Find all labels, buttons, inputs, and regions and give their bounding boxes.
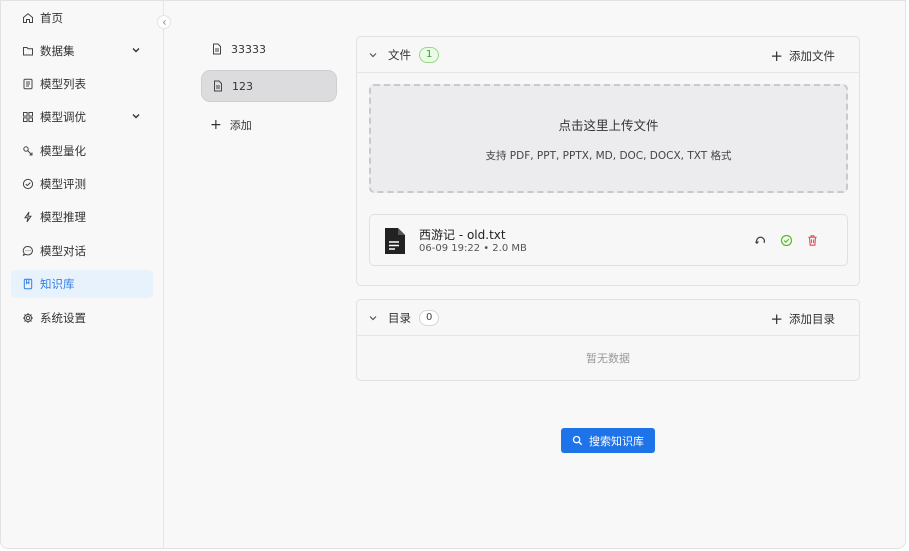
sidebar-item-knowledge-base[interactable]: 知识库 bbox=[11, 270, 153, 298]
catalog-panel: 目录 0 + 添加目录 暂无数据 bbox=[356, 299, 860, 381]
refresh-icon[interactable] bbox=[753, 233, 767, 247]
add-kb-button[interactable]: + 添加 bbox=[210, 117, 252, 133]
chevron-down-icon[interactable] bbox=[131, 111, 141, 121]
add-file-button[interactable]: + 添加文件 bbox=[770, 48, 835, 64]
sidebar-collapse-button[interactable] bbox=[157, 15, 171, 29]
sidebar-item-label: 系统设置 bbox=[40, 311, 86, 325]
upload-title: 点击这里上传文件 bbox=[558, 117, 659, 133]
catalog-count-badge: 0 bbox=[419, 309, 440, 326]
catalog-panel-header[interactable]: 目录 0 + 添加目录 bbox=[357, 300, 859, 336]
sidebar-item-datasets[interactable]: 数据集 bbox=[11, 37, 153, 65]
plus-icon: + bbox=[210, 117, 222, 133]
files-panel-header[interactable]: 文件 1 + 添加文件 bbox=[357, 37, 859, 73]
sidebar-item-models[interactable]: 模型列表 bbox=[11, 70, 153, 98]
sidebar-item-label: 模型列表 bbox=[40, 77, 86, 91]
add-file-label: 添加文件 bbox=[789, 49, 835, 63]
sidebar-item-tuning[interactable]: 模型调优 bbox=[11, 103, 153, 131]
add-catalog-button[interactable]: + 添加目录 bbox=[770, 311, 835, 327]
file-card: 西游记 - old.txt 06-09 19:22 • 2.0 MB bbox=[369, 214, 848, 266]
sidebar-item-label: 模型推理 bbox=[40, 210, 86, 224]
kb-item-label: 123 bbox=[232, 79, 253, 93]
grid-icon bbox=[21, 111, 34, 124]
document-list-icon bbox=[21, 78, 34, 91]
book-icon bbox=[21, 278, 34, 291]
files-count-badge: 1 bbox=[419, 46, 440, 63]
plus-icon: + bbox=[770, 47, 783, 65]
check-circle-icon[interactable] bbox=[779, 233, 793, 247]
add-kb-label: 添加 bbox=[229, 119, 252, 132]
file-meta: 06-09 19:22 • 2.0 MB bbox=[419, 243, 527, 254]
catalog-panel-title: 目录 bbox=[388, 310, 411, 325]
kb-list-item[interactable]: 33333 bbox=[201, 33, 337, 65]
chat-icon bbox=[21, 245, 34, 258]
chevron-left-icon bbox=[162, 19, 166, 25]
files-panel-title: 文件 bbox=[388, 47, 411, 62]
document-icon bbox=[213, 43, 221, 55]
delete-icon[interactable] bbox=[805, 233, 819, 247]
kb-list-item[interactable]: 123 bbox=[201, 70, 337, 102]
app-window: 首页 数据集 模型列表 模型调优 模型量化 模型评测 模型推理 模型对话 知识库… bbox=[0, 0, 906, 549]
empty-state-text: 暂无数据 bbox=[586, 352, 630, 365]
text-file-icon bbox=[385, 228, 405, 254]
chevron-down-icon[interactable] bbox=[368, 313, 378, 323]
lightning-icon bbox=[21, 211, 34, 224]
sidebar-item-quantization[interactable]: 模型量化 bbox=[11, 137, 153, 165]
upload-hint: 支持 PDF, PPT, PPTX, MD, DOC, DOCX, TXT 格式 bbox=[485, 149, 732, 162]
sidebar-item-label: 知识库 bbox=[40, 277, 75, 291]
sidebar-item-label: 模型评测 bbox=[40, 177, 86, 191]
search-button-label: 搜索知识库 bbox=[589, 434, 644, 448]
add-catalog-label: 添加目录 bbox=[789, 312, 835, 326]
folder-icon bbox=[21, 45, 34, 58]
document-icon bbox=[214, 80, 222, 92]
file-name: 西游记 - old.txt bbox=[419, 228, 506, 242]
sidebar-item-home[interactable]: 首页 bbox=[11, 4, 153, 32]
kb-item-label: 33333 bbox=[231, 42, 266, 56]
sidebar-item-label: 数据集 bbox=[40, 44, 75, 58]
sidebar-item-chat[interactable]: 模型对话 bbox=[11, 237, 153, 265]
plus-icon: + bbox=[770, 310, 783, 328]
home-icon bbox=[21, 12, 34, 25]
sidebar-item-label: 模型量化 bbox=[40, 144, 86, 158]
files-panel: 文件 1 + 添加文件 点击这里上传文件 支持 PDF, PPT, PPTX, … bbox=[356, 36, 860, 286]
chevron-down-icon[interactable] bbox=[368, 50, 378, 60]
sidebar-item-evaluation[interactable]: 模型评测 bbox=[11, 170, 153, 198]
sidebar-item-label: 模型调优 bbox=[40, 110, 86, 124]
chevron-down-icon[interactable] bbox=[131, 45, 141, 55]
upload-dropzone[interactable]: 点击这里上传文件 支持 PDF, PPT, PPTX, MD, DOC, DOC… bbox=[369, 84, 848, 193]
sidebar-item-label: 模型对话 bbox=[40, 244, 86, 258]
sidebar-item-settings[interactable]: 系统设置 bbox=[11, 304, 153, 332]
quantize-icon bbox=[21, 145, 34, 158]
search-knowledge-base-button[interactable]: 搜索知识库 bbox=[561, 428, 655, 453]
gear-icon bbox=[21, 312, 34, 325]
sidebar: 首页 数据集 模型列表 模型调优 模型量化 模型评测 模型推理 模型对话 知识库… bbox=[1, 1, 164, 548]
sidebar-item-label: 首页 bbox=[40, 11, 63, 25]
search-icon bbox=[572, 435, 583, 446]
check-circle-icon bbox=[21, 178, 34, 191]
sidebar-item-inference[interactable]: 模型推理 bbox=[11, 203, 153, 231]
